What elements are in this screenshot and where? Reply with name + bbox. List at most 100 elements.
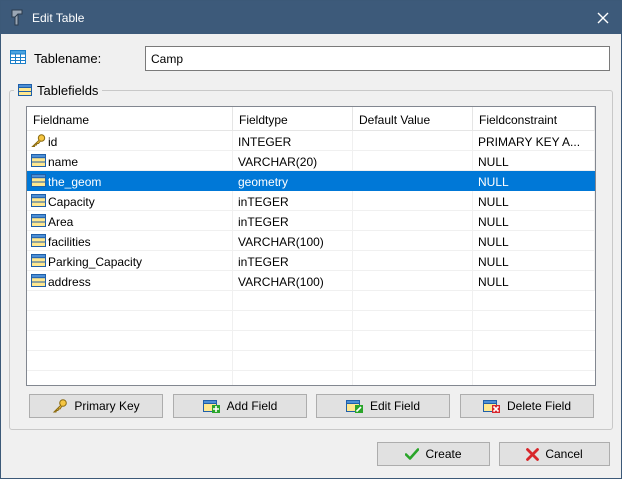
key-icon xyxy=(53,399,68,413)
cell-fieldconstraint: NULL xyxy=(473,251,595,271)
table-row[interactable]: Capacity inTEGER NULL xyxy=(27,191,595,211)
cell-default-value xyxy=(353,151,473,171)
edit-field-button[interactable]: Edit Field xyxy=(316,394,450,418)
fieldname-text: Capacity xyxy=(48,195,95,209)
cell-fieldname: Area xyxy=(27,211,233,231)
window-title: Edit Table xyxy=(32,11,85,25)
add-field-button[interactable]: Add Field xyxy=(173,394,307,418)
fields-icon xyxy=(18,84,32,96)
cell-fieldtype: VARCHAR(20) xyxy=(233,151,353,171)
cell-fieldconstraint: NULL xyxy=(473,171,595,191)
fieldname-text: facilities xyxy=(48,235,91,249)
fields-table[interactable]: Fieldname Fieldtype Default Value Fieldc… xyxy=(26,106,596,386)
cell-fieldname: the_geom xyxy=(27,171,233,191)
column-header-fieldtype[interactable]: Fieldtype xyxy=(233,107,353,131)
cell-fieldname: address xyxy=(27,271,233,291)
column-divider xyxy=(352,291,353,385)
table-row[interactable]: Parking_Capacity inTEGER NULL xyxy=(27,251,595,271)
empty-row xyxy=(27,371,595,385)
cell-fieldconstraint: NULL xyxy=(473,151,595,171)
close-button[interactable] xyxy=(588,6,618,30)
cell-fieldconstraint: PRIMARY KEY A... xyxy=(473,131,595,151)
cell-fieldconstraint: NULL xyxy=(473,271,595,291)
delete-field-label: Delete Field xyxy=(506,399,572,413)
cell-default-value xyxy=(353,191,473,211)
title-bar[interactable]: Edit Table xyxy=(1,1,621,34)
checkmark-icon xyxy=(405,448,420,460)
add-field-label: Add Field xyxy=(226,399,278,413)
cell-fieldtype: inTEGER xyxy=(233,211,353,231)
column-divider xyxy=(232,291,233,385)
cell-fieldname: facilities xyxy=(27,231,233,251)
cell-fieldtype: inTEGER xyxy=(233,251,353,271)
fieldname-text: id xyxy=(48,135,58,149)
field-icon xyxy=(31,254,46,267)
cell-fieldtype: VARCHAR(100) xyxy=(233,231,353,251)
empty-row xyxy=(27,351,595,371)
cell-default-value xyxy=(353,231,473,251)
cancel-label: Cancel xyxy=(545,447,583,461)
primary-key-label: Primary Key xyxy=(74,399,140,413)
edit-table-dialog: Edit Table Tablename: Tablefields Fieldn… xyxy=(0,0,622,479)
create-button[interactable]: Create xyxy=(377,442,490,466)
cell-fieldtype: geometry xyxy=(233,171,353,191)
cell-default-value xyxy=(353,251,473,271)
table-row[interactable]: Area inTEGER NULL xyxy=(27,211,595,231)
app-icon xyxy=(11,9,23,26)
field-icon xyxy=(31,234,46,247)
cell-fieldname: name xyxy=(27,151,233,171)
cell-fieldname: id xyxy=(27,131,233,151)
cell-default-value xyxy=(353,271,473,291)
cell-fieldtype: INTEGER xyxy=(233,131,353,151)
create-label: Create xyxy=(425,447,462,461)
table-row[interactable]: the_geom geometry NULL xyxy=(27,171,595,191)
table-icon xyxy=(10,50,26,64)
cell-fieldconstraint: NULL xyxy=(473,231,595,251)
cell-default-value xyxy=(353,171,473,191)
cell-fieldconstraint: NULL xyxy=(473,191,595,211)
field-icon xyxy=(31,194,46,207)
delete-field-button[interactable]: Delete Field xyxy=(460,394,594,418)
primary-key-button[interactable]: Primary Key xyxy=(29,394,163,418)
column-header-default-value[interactable]: Default Value xyxy=(353,107,473,131)
edit-field-label: Edit Field xyxy=(369,399,421,413)
cell-fieldconstraint: NULL xyxy=(473,211,595,231)
cell-fieldname: Capacity xyxy=(27,191,233,211)
fieldname-text: the_geom xyxy=(48,175,102,189)
empty-row xyxy=(27,311,595,331)
field-icon xyxy=(31,274,46,287)
delete-field-icon xyxy=(482,400,500,413)
geometry-field-icon xyxy=(31,174,46,187)
tablefields-legend: Tablefields xyxy=(14,82,103,98)
fieldname-text: name xyxy=(48,155,79,169)
empty-row xyxy=(27,331,595,351)
fieldname-text: Area xyxy=(48,215,74,229)
edit-field-icon xyxy=(345,400,363,413)
column-header-fieldname[interactable]: Fieldname xyxy=(27,107,233,131)
cancel-icon xyxy=(526,447,540,461)
add-field-icon xyxy=(202,400,220,413)
cell-fieldname: Parking_Capacity xyxy=(27,251,233,271)
tablefields-legend-label: Tablefields xyxy=(37,82,99,98)
cell-fieldtype: inTEGER xyxy=(233,191,353,211)
table-header: Fieldname Fieldtype Default Value Fieldc… xyxy=(27,107,595,131)
fieldname-text: address xyxy=(48,275,91,289)
table-row[interactable]: id INTEGER PRIMARY KEY A... xyxy=(27,131,595,151)
key-icon xyxy=(31,134,46,147)
fieldname-text: Parking_Capacity xyxy=(48,255,143,269)
table-row[interactable]: name VARCHAR(20) NULL xyxy=(27,151,595,171)
table-row[interactable]: address VARCHAR(100) NULL xyxy=(27,271,595,291)
field-icon xyxy=(31,154,46,167)
cell-fieldtype: VARCHAR(100) xyxy=(233,271,353,291)
tablename-label: Tablename: xyxy=(34,51,102,66)
close-icon xyxy=(597,12,609,24)
cancel-button[interactable]: Cancel xyxy=(499,442,610,466)
column-header-fieldconstraint[interactable]: Fieldconstraint xyxy=(473,107,595,131)
field-icon xyxy=(31,214,46,227)
table-row[interactable]: facilities VARCHAR(100) NULL xyxy=(27,231,595,251)
cell-default-value xyxy=(353,131,473,151)
empty-row xyxy=(27,291,595,311)
column-divider xyxy=(472,291,473,385)
tablename-input[interactable] xyxy=(145,46,610,71)
cell-default-value xyxy=(353,211,473,231)
